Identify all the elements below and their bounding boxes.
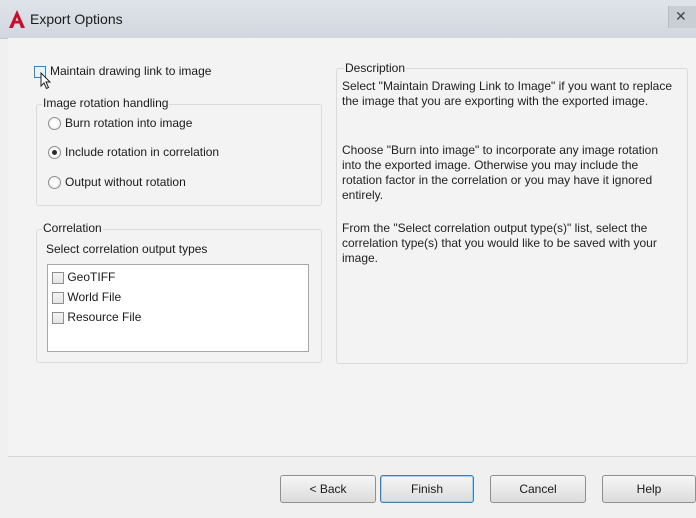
mouse-cursor-icon — [40, 72, 52, 90]
description-group-label: Description — [344, 61, 407, 75]
description-group — [336, 68, 688, 364]
back-button[interactable]: < Back — [280, 475, 376, 503]
cancel-button[interactable]: Cancel — [490, 475, 586, 503]
radio-burn-rotation[interactable]: Burn rotation into image — [48, 116, 193, 131]
radio-label: Burn rotation into image — [65, 116, 193, 130]
description-paragraph: From the "Select correlation output type… — [342, 221, 657, 265]
world-file-checkbox[interactable] — [52, 291, 64, 304]
list-item-label: GeoTIFF — [67, 270, 116, 284]
radio-button[interactable] — [48, 117, 61, 131]
radio-output-without-rotation[interactable]: Output without rotation — [48, 175, 186, 190]
list-item-resource-file[interactable]: Resource File — [52, 310, 141, 324]
finish-button[interactable]: Finish — [380, 475, 474, 503]
description-paragraph: Select "Maintain Drawing Link to Image" … — [342, 79, 673, 108]
list-item-label: Resource File — [67, 310, 142, 324]
help-button[interactable]: Help — [602, 475, 696, 503]
rotation-group-label: Image rotation handling — [42, 96, 170, 110]
close-button[interactable]: ✕ — [668, 6, 696, 28]
list-item-world-file[interactable]: World File — [52, 290, 121, 304]
close-icon: ✕ — [675, 8, 687, 24]
maintain-link-row[interactable]: Maintain drawing link to image — [34, 64, 211, 78]
window-title: Export Options — [30, 11, 123, 27]
radio-label: Include rotation in correlation — [65, 145, 220, 159]
radio-button[interactable] — [48, 176, 61, 190]
autocad-a-icon — [9, 10, 25, 28]
title-bar[interactable]: Export Options ✕ — [0, 0, 696, 39]
separator — [8, 456, 696, 457]
geotiff-checkbox[interactable] — [52, 271, 64, 284]
description-paragraph: Choose "Burn into image" to incorporate … — [342, 143, 659, 202]
maintain-link-label: Maintain drawing link to image — [50, 64, 212, 78]
radio-button[interactable] — [48, 146, 61, 160]
correlation-list-label: Select correlation output types — [46, 242, 208, 256]
correlation-types-list[interactable]: GeoTIFF World File Resource File — [47, 264, 309, 352]
list-item-label: World File — [67, 290, 122, 304]
list-item-geotiff[interactable]: GeoTIFF — [52, 270, 115, 284]
correlation-group-label: Correlation — [42, 221, 103, 235]
resource-file-checkbox[interactable] — [52, 311, 64, 324]
radio-label: Output without rotation — [65, 175, 186, 189]
radio-include-rotation[interactable]: Include rotation in correlation — [48, 145, 220, 160]
